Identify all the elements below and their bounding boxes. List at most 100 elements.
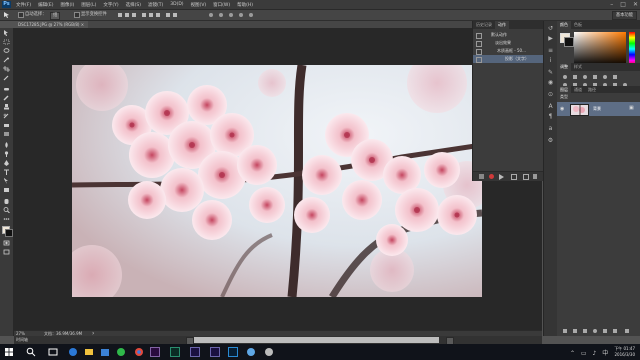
tab-layers[interactable]: 图层 — [557, 86, 571, 93]
layers-footer-icons[interactable] — [563, 328, 635, 334]
layer-row[interactable]: ◉ 背景 ▣ — [557, 102, 640, 116]
close-button[interactable]: ✕ — [633, 1, 638, 8]
chrome-icon[interactable] — [134, 347, 144, 357]
action-row[interactable]: 淡出效果 — [473, 39, 543, 47]
tab-styles[interactable]: 样式 — [571, 63, 585, 71]
checkbox-icon[interactable] — [476, 57, 482, 63]
stop-icon[interactable] — [479, 174, 484, 179]
history-icon[interactable]: ↺ — [547, 25, 554, 32]
path-select-icon[interactable] — [3, 178, 10, 184]
after-effects-icon[interactable] — [190, 347, 200, 357]
properties-icon[interactable]: ≡ — [547, 47, 554, 54]
audition-icon[interactable] — [170, 347, 180, 357]
lasso-icon[interactable] — [3, 48, 10, 54]
wechat-icon[interactable] — [116, 347, 126, 357]
healing-brush-icon[interactable] — [3, 86, 10, 92]
layer-name[interactable]: 背景 — [593, 106, 601, 112]
menu-item[interactable]: 滤镜(T) — [148, 2, 163, 8]
timeline-track[interactable] — [194, 337, 439, 343]
action-row[interactable]: 默认动作 — [473, 31, 543, 39]
paragraph-icon[interactable]: ¶ — [547, 113, 554, 120]
task-view-icon[interactable] — [48, 347, 58, 357]
pen-icon[interactable] — [3, 160, 10, 166]
menu-item[interactable]: 视图(V) — [191, 2, 207, 8]
menu-item[interactable]: 文件(F) — [16, 2, 31, 8]
brush-presets-icon[interactable]: ◉ — [547, 79, 554, 86]
search-icon[interactable] — [26, 347, 36, 357]
timeline-label[interactable]: 时间轴 — [16, 337, 28, 343]
menu-item[interactable]: 选择(S) — [126, 2, 141, 8]
new-action-icon[interactable] — [523, 174, 529, 180]
tab-channels[interactable]: 通道 — [571, 86, 585, 93]
document-image[interactable] — [72, 65, 482, 297]
blur-icon[interactable] — [3, 142, 10, 148]
tab-swatches[interactable]: 色板 — [571, 21, 585, 29]
menu-item[interactable]: 窗口(W) — [213, 2, 230, 8]
background-color-swatch[interactable] — [5, 229, 13, 237]
store-icon[interactable] — [100, 347, 110, 357]
actions-icon[interactable]: ▶ — [547, 35, 554, 42]
eraser-icon[interactable] — [3, 122, 10, 128]
zoom-icon[interactable] — [3, 207, 10, 213]
auto-select-dropdown[interactable]: 组 — [50, 12, 61, 20]
align-buttons-icon[interactable] — [118, 12, 178, 18]
taskbar-clock[interactable]: 下午 01:47 2016/3/30 — [614, 346, 635, 358]
info-icon[interactable]: i — [547, 57, 554, 64]
3d-mode-icon[interactable] — [208, 12, 256, 18]
show-transform-checkbox[interactable] — [74, 12, 80, 18]
dodge-icon[interactable] — [3, 151, 10, 157]
visibility-eye-icon[interactable]: ◉ — [560, 106, 564, 112]
color-picker-field[interactable] — [574, 32, 626, 66]
clone-source-icon[interactable]: ⊙ — [547, 91, 554, 98]
tab-adjustments[interactable]: 调整 — [557, 63, 571, 71]
history-brush-icon[interactable] — [3, 113, 10, 119]
menu-item[interactable]: 3D(D) — [170, 2, 183, 7]
menu-item[interactable]: 编辑(E) — [38, 2, 53, 8]
kind-filter[interactable]: 类型 — [560, 94, 568, 99]
menu-item[interactable]: 图像(I) — [60, 2, 74, 8]
shape-icon[interactable] — [3, 187, 10, 193]
minimize-button[interactable]: – — [610, 1, 613, 8]
screen-mode-icon[interactable] — [3, 249, 10, 255]
hue-slider[interactable] — [629, 32, 635, 66]
brush-icon[interactable] — [3, 95, 10, 101]
auto-select-checkbox[interactable] — [18, 12, 24, 18]
edge-icon[interactable] — [68, 347, 78, 357]
start-icon[interactable] — [4, 347, 14, 357]
character-icon[interactable]: A — [547, 103, 554, 110]
tool-presets-icon[interactable]: ⚙ — [547, 137, 554, 144]
new-set-icon[interactable] — [511, 174, 517, 180]
app-icon[interactable] — [264, 347, 274, 357]
system-tray-icons[interactable]: ⌃ ▭ ♪ 中 — [570, 348, 610, 357]
brush-panel-icon[interactable]: ✎ — [547, 69, 554, 76]
crop-icon[interactable] — [3, 66, 10, 72]
document-tab[interactable]: DSC17285.JPG @ 27% (RGB/8) × — [14, 21, 89, 28]
tab-actions[interactable]: 动作 — [495, 21, 509, 29]
quick-select-icon[interactable] — [3, 57, 10, 63]
menu-item[interactable]: 帮助(H) — [237, 2, 253, 8]
move-icon[interactable] — [3, 30, 10, 36]
tab-color[interactable]: 颜色 — [557, 21, 571, 29]
menu-item[interactable]: 文字(Y) — [103, 2, 118, 8]
action-row[interactable]: 木质画框 - 50... — [473, 47, 543, 55]
type-icon[interactable] — [3, 169, 10, 175]
delete-icon[interactable] — [533, 174, 537, 179]
move-tool-icon[interactable] — [3, 12, 13, 18]
tab-history[interactable]: 历史记录 — [473, 21, 495, 29]
file-explorer-icon[interactable] — [84, 347, 94, 357]
action-row-selected[interactable]: 投影（文字） — [473, 55, 543, 63]
tab-paths[interactable]: 路径 — [585, 86, 599, 93]
hand-icon[interactable] — [3, 198, 10, 204]
photoshop-taskbar-icon[interactable] — [228, 347, 238, 357]
quick-mask-icon[interactable] — [3, 240, 10, 246]
eyedropper-icon[interactable] — [3, 75, 10, 81]
browser-icon[interactable] — [246, 347, 256, 357]
play-icon[interactable] — [499, 174, 504, 180]
clone-stamp-icon[interactable] — [3, 104, 10, 110]
edit-toolbar-icon[interactable] — [3, 216, 10, 222]
workspace-switcher[interactable]: 基本功能 — [611, 11, 637, 20]
marquee-icon[interactable] — [3, 39, 10, 45]
glyphs-icon[interactable]: a — [547, 125, 554, 132]
premiere-icon[interactable] — [150, 347, 160, 357]
record-icon[interactable] — [489, 174, 494, 179]
